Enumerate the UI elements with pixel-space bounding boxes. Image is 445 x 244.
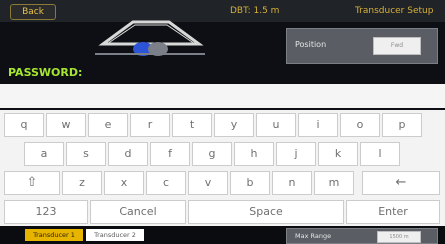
bottom-bar: Transducer 1 Transducer 2 Max Range 1500… — [0, 226, 445, 244]
key-s[interactable]: s — [66, 142, 106, 166]
backspace-key[interactable]: ← — [362, 171, 440, 195]
key-f[interactable]: f — [150, 142, 190, 166]
key-u[interactable]: u — [256, 113, 296, 137]
key-z[interactable]: z — [62, 171, 102, 195]
key-w[interactable]: w — [46, 113, 86, 137]
screen-title: Transducer Setup — [355, 6, 434, 16]
transducer-setup-screen: Back DBT: 1.5 m Transducer Setup Positio… — [0, 0, 445, 244]
numbers-key[interactable]: 123 — [4, 200, 88, 224]
key-y[interactable]: y — [214, 113, 254, 137]
dbt-readout: DBT: 1.5 m — [230, 6, 280, 16]
key-k[interactable]: k — [318, 142, 358, 166]
key-q[interactable]: q — [4, 113, 44, 137]
enter-key[interactable]: Enter — [346, 200, 440, 224]
password-input[interactable] — [0, 84, 445, 108]
position-label: Position — [295, 40, 327, 49]
shift-key[interactable]: ⇧ — [4, 171, 60, 195]
key-i[interactable]: i — [298, 113, 338, 137]
key-x[interactable]: x — [104, 171, 144, 195]
password-label: PASSWORD: — [8, 66, 83, 79]
key-r[interactable]: r — [130, 113, 170, 137]
on-screen-keyboard: qwertyuiop asdfghjkl ⇧ z x c v b n m ← 123 Cancel… — [0, 110, 445, 226]
tab-transducer-2[interactable]: Transducer 2 — [86, 229, 144, 241]
position-value-field[interactable]: Fwd — [373, 37, 421, 55]
key-b[interactable]: b — [230, 171, 270, 195]
key-d[interactable]: d — [108, 142, 148, 166]
key-p[interactable]: p — [382, 113, 422, 137]
tab-transducer-1[interactable]: Transducer 1 — [25, 229, 83, 241]
transducer-diagram — [95, 20, 205, 56]
key-h[interactable]: h — [234, 142, 274, 166]
cancel-key[interactable]: Cancel — [90, 200, 186, 224]
max-range-value-field[interactable]: 1500 m — [377, 231, 421, 243]
space-key[interactable]: Space — [188, 200, 344, 224]
back-button[interactable]: Back — [10, 4, 56, 20]
max-range-setting-panel: Max Range 1500 m — [286, 228, 438, 244]
top-status-bar: Back DBT: 1.5 m Transducer Setup — [0, 0, 445, 22]
key-l[interactable]: l — [360, 142, 400, 166]
key-t[interactable]: t — [172, 113, 212, 137]
key-e[interactable]: e — [88, 113, 128, 137]
position-setting-panel: Position Fwd — [286, 28, 438, 64]
key-c[interactable]: c — [146, 171, 186, 195]
key-o[interactable]: o — [340, 113, 380, 137]
key-g[interactable]: g — [192, 142, 232, 166]
key-m[interactable]: m — [314, 171, 354, 195]
max-range-label: Max Range — [295, 232, 332, 240]
key-n[interactable]: n — [272, 171, 312, 195]
key-v[interactable]: v — [188, 171, 228, 195]
boat-hull-inner-outline — [106, 24, 196, 45]
key-a[interactable]: a — [24, 142, 64, 166]
key-j[interactable]: j — [276, 142, 316, 166]
